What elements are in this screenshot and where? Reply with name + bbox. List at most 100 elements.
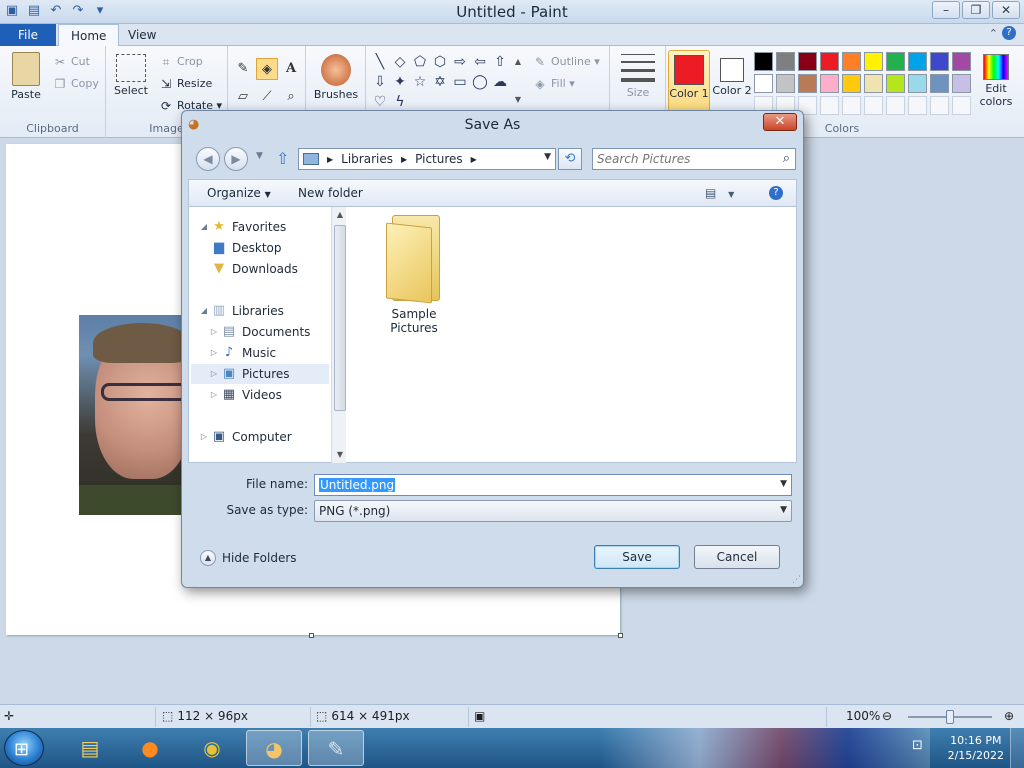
outline-button[interactable]: ✎ Outline ▾ <box>532 54 600 70</box>
save-as-type-dropdown-icon[interactable]: ▼ <box>780 505 787 515</box>
nav-favorites[interactable]: ◢ ★ Favorites <box>199 217 286 237</box>
nav-scrollbar[interactable]: ▲ ▼ <box>331 207 347 463</box>
breadcrumb-separator-icon[interactable]: ▶ <box>401 155 407 164</box>
scroll-thumb[interactable] <box>334 225 346 411</box>
search-icon[interactable]: ⌕ <box>783 151 790 166</box>
breadcrumb-separator-icon[interactable]: ▶ <box>471 155 477 164</box>
hexagon-shape-icon[interactable]: ⬡ <box>430 52 450 72</box>
pentagon-shape-icon[interactable]: ⬠ <box>410 52 430 72</box>
shapes-expand-icon[interactable]: ▼ <box>512 90 524 110</box>
network-icon[interactable]: ⊡ <box>912 738 930 756</box>
palette-swatch[interactable] <box>864 74 883 93</box>
palette-custom-slot[interactable] <box>952 96 971 115</box>
dialog-close-button[interactable]: ✕ <box>763 113 797 131</box>
palette-swatch[interactable] <box>798 52 817 71</box>
tab-home[interactable]: Home <box>58 24 120 47</box>
brushes-button[interactable]: Brushes <box>312 54 360 101</box>
clock[interactable]: 10:16 PM 2/15/2022 <box>948 733 1004 763</box>
view-options-icon[interactable]: ▤ ▼ <box>705 186 734 200</box>
nav-downloads[interactable]: ▼ Downloads <box>211 259 298 279</box>
show-desktop-button[interactable] <box>1010 728 1024 768</box>
canvas-resize-handle-corner[interactable] <box>618 633 623 638</box>
file-name-field[interactable]: Untitled.png ▼ <box>314 474 792 496</box>
cloud-callout-icon[interactable]: ☁ <box>490 72 510 92</box>
palette-custom-slot[interactable] <box>820 96 839 115</box>
firefox-taskbar-button[interactable]: ● <box>122 730 178 766</box>
zoom-slider-thumb[interactable] <box>946 710 954 724</box>
palette-swatch[interactable] <box>820 74 839 93</box>
palette-swatch[interactable] <box>930 52 949 71</box>
maximize-button[interactable]: ❐ <box>962 1 990 19</box>
palette-custom-slot[interactable] <box>930 96 949 115</box>
palette-swatch[interactable] <box>886 52 905 71</box>
callout-oval-icon[interactable]: ◯ <box>470 72 490 92</box>
paint-window-taskbar-button[interactable]: ✎ <box>308 730 364 766</box>
save-as-type-select[interactable]: PNG (*.png) ▼ <box>314 500 792 522</box>
paste-button[interactable]: Paste <box>6 52 46 101</box>
expand-icon[interactable]: ▷ <box>209 343 219 363</box>
resize-button[interactable]: ⇲ Resize <box>158 76 212 92</box>
tab-file[interactable]: File <box>0 24 56 46</box>
expand-icon[interactable]: ▷ <box>209 385 219 405</box>
palette-swatch[interactable] <box>754 74 773 93</box>
palette-swatch[interactable] <box>886 74 905 93</box>
breadcrumb-pictures[interactable]: Pictures <box>415 152 463 166</box>
zoom-out-button[interactable]: ⊖ <box>882 709 892 723</box>
crop-button[interactable]: ⌗ Crop <box>158 54 203 70</box>
palette-swatch[interactable] <box>820 52 839 71</box>
palette-swatch[interactable] <box>908 74 927 93</box>
nav-videos[interactable]: ▷ ▦ Videos <box>209 385 282 405</box>
forward-button[interactable]: ▶ <box>224 147 248 171</box>
collapse-icon[interactable]: ◢ <box>199 217 209 237</box>
cut-button[interactable]: ✂ Cut <box>52 54 90 70</box>
organize-button[interactable]: Organize ▼ <box>207 186 271 200</box>
expand-icon[interactable]: ▷ <box>209 364 219 384</box>
text-tool-icon[interactable]: A <box>280 58 302 80</box>
explorer-taskbar-button[interactable]: ▤ <box>62 730 118 766</box>
nav-libraries[interactable]: ◢ ▥ Libraries <box>199 301 284 321</box>
up-folder-icon[interactable]: ⇧ <box>276 149 289 168</box>
lightning-shape-icon[interactable]: ϟ <box>390 92 410 112</box>
breadcrumb-separator-icon[interactable]: ▶ <box>327 155 333 164</box>
paint-taskbar-button[interactable]: ◕ <box>246 730 302 766</box>
down-arrow-shape-icon[interactable]: ⇩ <box>370 72 390 92</box>
expand-icon[interactable]: ▷ <box>199 427 209 447</box>
magnifier-icon[interactable]: ⌕ <box>280 86 302 108</box>
close-button[interactable]: ✕ <box>992 1 1020 19</box>
canvas-resize-handle-bottom[interactable] <box>309 633 314 638</box>
folder-sample-pictures[interactable]: Sample Pictures <box>366 215 462 335</box>
fill-bucket-icon[interactable]: ◈ <box>256 58 278 80</box>
right-arrow-shape-icon[interactable]: ⇨ <box>450 52 470 72</box>
six-point-star-icon[interactable]: ✡ <box>430 72 450 92</box>
nav-computer[interactable]: ▷ ▣ Computer <box>199 427 292 447</box>
breadcrumb-libraries[interactable]: Libraries <box>341 152 393 166</box>
nav-documents[interactable]: ▷ ▤ Documents <box>209 322 311 342</box>
file-name-value[interactable]: Untitled.png <box>319 478 396 492</box>
color1-button[interactable]: Color 1 <box>668 50 710 114</box>
chrome-taskbar-button[interactable]: ◉ <box>184 730 240 766</box>
refresh-button[interactable]: ⟲ <box>558 148 582 170</box>
dialog-help-icon[interactable]: ? <box>769 186 783 200</box>
color-picker-icon[interactable]: ⟋ <box>256 86 278 108</box>
palette-custom-slot[interactable] <box>864 96 883 115</box>
new-folder-button[interactable]: New folder <box>298 186 363 200</box>
heart-shape-icon[interactable]: ♡ <box>370 92 390 112</box>
shapes-scroll-up-icon[interactable]: ▲ <box>512 52 524 72</box>
pencil-icon[interactable]: ✎ <box>232 58 254 80</box>
collapse-ribbon-icon[interactable]: ⌃ <box>989 27 998 40</box>
size-button[interactable]: Size <box>616 54 660 99</box>
palette-custom-slot[interactable] <box>886 96 905 115</box>
palette-swatch[interactable] <box>798 74 817 93</box>
diamond-shape-icon[interactable]: ◇ <box>390 52 410 72</box>
back-button[interactable]: ◀ <box>196 147 220 171</box>
edit-colors-button[interactable]: Edit colors <box>974 54 1018 108</box>
pasted-photo-selection[interactable] <box>79 315 191 515</box>
minimize-button[interactable]: – <box>932 1 960 19</box>
palette-swatch[interactable] <box>842 52 861 71</box>
up-arrow-shape-icon[interactable]: ⇧ <box>490 52 510 72</box>
help-icon[interactable]: ? <box>1002 26 1016 40</box>
callout-rect-icon[interactable]: ▭ <box>450 72 470 92</box>
palette-swatch[interactable] <box>930 74 949 93</box>
palette-swatch[interactable] <box>842 74 861 93</box>
start-button[interactable]: ⊞ <box>4 730 44 766</box>
